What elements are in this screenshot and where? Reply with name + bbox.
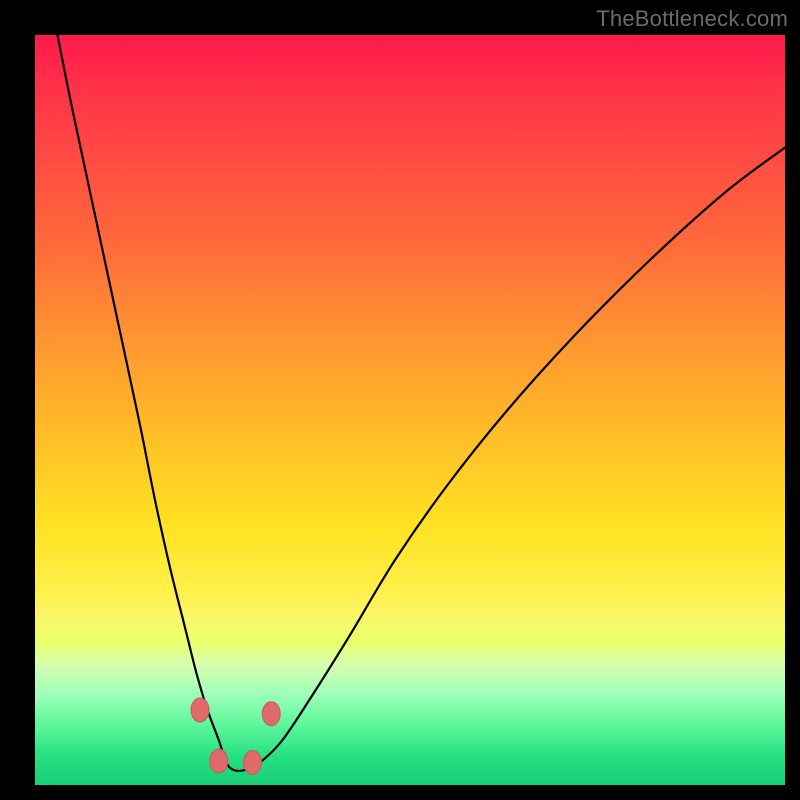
- left-upper-blob: [191, 698, 209, 722]
- marker-group: [191, 698, 280, 775]
- chart-frame: TheBottleneck.com: [0, 0, 800, 800]
- plot-area: [35, 35, 785, 785]
- left-lower-blob: [210, 749, 228, 773]
- curve-path: [58, 35, 786, 771]
- watermark-text: TheBottleneck.com: [596, 6, 788, 32]
- right-lower-blob: [244, 751, 262, 775]
- right-upper-blob: [262, 702, 280, 726]
- curve-layer: [35, 35, 785, 785]
- bottleneck-curve: [58, 35, 786, 771]
